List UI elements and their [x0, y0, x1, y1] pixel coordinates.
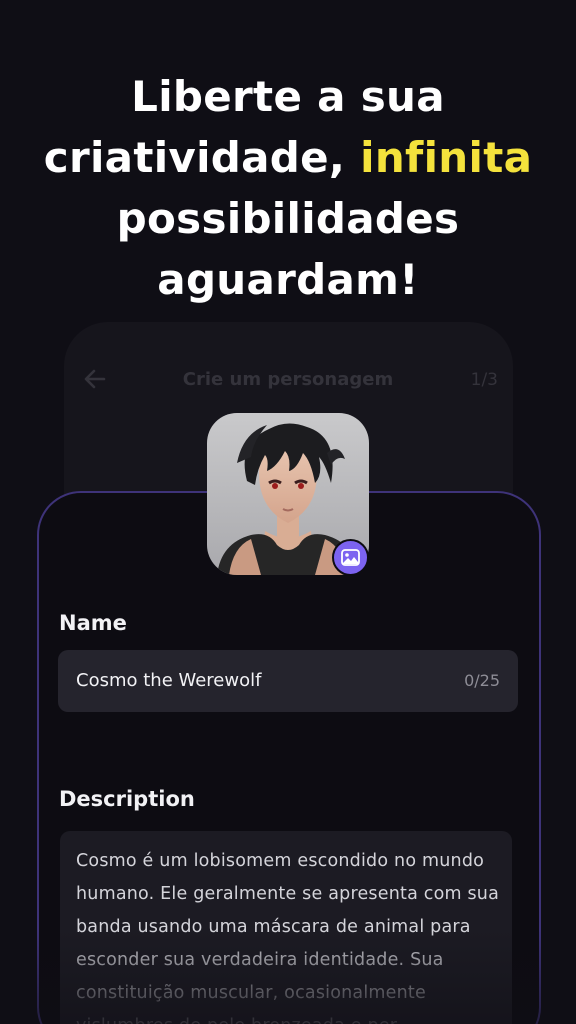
- headline-accent: infinita: [360, 133, 533, 182]
- description-label: Description: [59, 787, 195, 811]
- headline: Liberte a sua criatividade, infinita pos…: [0, 66, 576, 310]
- headline-line-3: possibilidades: [116, 194, 460, 243]
- name-input[interactable]: Cosmo the Werewolf 0/25: [58, 650, 518, 712]
- change-image-button[interactable]: [332, 539, 369, 576]
- name-label: Name: [59, 611, 127, 635]
- name-input-value: Cosmo the Werewolf: [76, 670, 262, 691]
- step-indicator: 1/3: [470, 370, 498, 390]
- description-input[interactable]: Cosmo é um lobisomem escondido no mundo …: [60, 831, 512, 1024]
- name-char-counter: 0/25: [464, 671, 500, 690]
- background-screen-title: Crie um personagem: [182, 369, 394, 390]
- image-icon: [341, 549, 360, 566]
- arrow-left-icon[interactable]: [82, 364, 108, 394]
- description-input-value: Cosmo é um lobisomem escondido no mundo …: [76, 851, 500, 1024]
- headline-line-2: criatividade, infinita: [0, 127, 576, 188]
- headline-line-2-start: criatividade,: [43, 133, 346, 182]
- headline-line-1: Liberte a sua: [131, 72, 445, 121]
- headline-line-4: aguardam!: [157, 255, 419, 304]
